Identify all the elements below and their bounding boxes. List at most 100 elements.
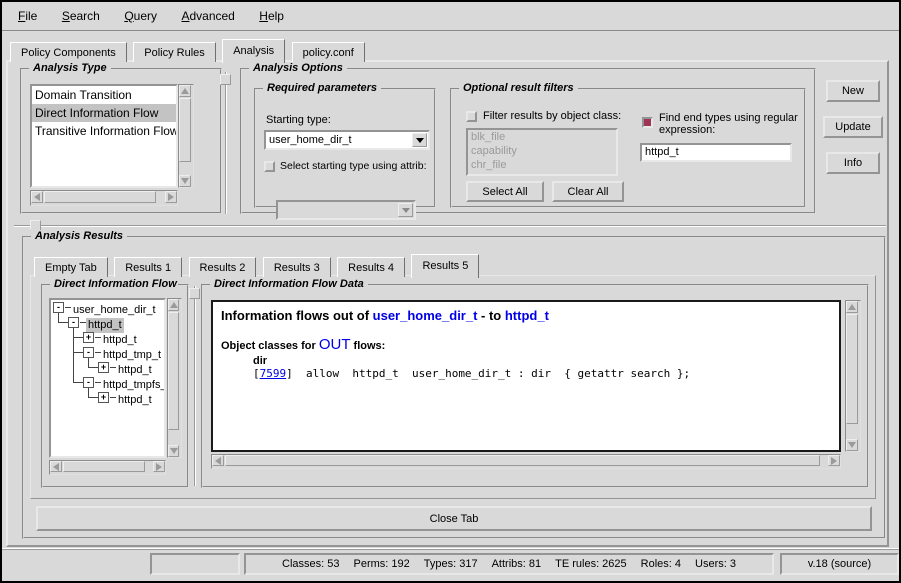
- scroll-left-icon[interactable]: [50, 461, 62, 472]
- analysis-options-frame: Analysis Options Required parameters Sta…: [240, 68, 816, 214]
- results-sash-vertical[interactable]: [194, 286, 196, 486]
- tree-expander[interactable]: +: [98, 392, 109, 403]
- menu-advanced[interactable]: Advanced: [177, 2, 238, 23]
- tree-expander[interactable]: +: [83, 332, 94, 343]
- pane-sash-horizontal[interactable]: [14, 225, 886, 227]
- analysis-type-title: Analysis Type: [29, 62, 111, 74]
- rule-bracket: ]: [286, 367, 293, 380]
- select-all-button[interactable]: Select All: [466, 181, 544, 202]
- regex-checkbox[interactable]: [642, 117, 653, 128]
- tab-results-4[interactable]: Results 4: [337, 257, 405, 277]
- scroll-down-icon[interactable]: [179, 175, 191, 187]
- regex-checkbox-label-line1: Find end types using regular: [659, 112, 809, 124]
- tree-row[interactable]: - httpd_tmpfs_t: [51, 375, 164, 390]
- tree-node-label[interactable]: httpd_t: [116, 393, 154, 408]
- regex-checkbox-row: Find end types using regular expression:: [642, 112, 809, 136]
- analysis-type-horizontal-scrollbar[interactable]: [30, 190, 178, 206]
- tree-vertical-scrollbar[interactable]: [167, 298, 182, 458]
- menu-query[interactable]: Query: [120, 2, 161, 23]
- regex-input[interactable]: [640, 143, 792, 162]
- object-class-listbox[interactable]: blk_file capability chr_file: [466, 128, 618, 176]
- scroll-up-icon[interactable]: [179, 85, 191, 97]
- tree-expander[interactable]: -: [83, 377, 94, 388]
- flow-target-type: httpd_t: [505, 308, 549, 323]
- tab-policy-rules[interactable]: Policy Rules: [133, 42, 216, 62]
- close-tab-button[interactable]: Close Tab: [36, 506, 872, 531]
- scroll-down-icon[interactable]: [168, 445, 179, 457]
- pane-sash-vertical[interactable]: [225, 72, 227, 214]
- tab-results-1[interactable]: Results 1: [114, 257, 182, 277]
- flow-tree[interactable]: - user_home_dir_t - httpd_t + htt: [49, 298, 166, 458]
- starting-type-combobox[interactable]: user_home_dir_t: [264, 130, 430, 150]
- tab-analysis[interactable]: Analysis: [222, 39, 285, 63]
- stat-roles: Roles: 4: [641, 558, 681, 570]
- data-horizontal-scrollbar[interactable]: [211, 454, 841, 469]
- clear-all-button[interactable]: Clear All: [552, 181, 624, 202]
- tab-results-3[interactable]: Results 3: [263, 257, 331, 277]
- tree-expander[interactable]: -: [53, 302, 64, 313]
- scroll-up-icon[interactable]: [168, 299, 179, 311]
- tree-expander[interactable]: -: [68, 317, 79, 328]
- menu-file[interactable]: File: [14, 2, 41, 23]
- scrollbar-thumb[interactable]: [168, 312, 179, 430]
- flow-header-prefix: Information flows out of: [221, 308, 373, 323]
- analysis-type-listbox[interactable]: Domain Transition Direct Information Flo…: [30, 84, 178, 188]
- tab-results-5[interactable]: Results 5: [411, 254, 479, 278]
- scrollbar-thumb[interactable]: [179, 98, 191, 162]
- scroll-up-icon[interactable]: [846, 301, 858, 313]
- scrollbar-thumb[interactable]: [225, 455, 820, 466]
- list-item[interactable]: Domain Transition: [32, 86, 176, 104]
- tab-policy-components[interactable]: Policy Components: [10, 42, 127, 62]
- tree-row[interactable]: - httpd_tmp_t: [51, 345, 164, 360]
- results-tab-body: Direct Information Flow T: [30, 275, 876, 499]
- pane-sash-handle[interactable]: [189, 288, 200, 299]
- tab-empty-tab[interactable]: Empty Tab: [34, 257, 108, 277]
- tree-row[interactable]: - user_home_dir_t: [51, 300, 164, 315]
- scroll-down-icon[interactable]: [846, 439, 858, 451]
- scroll-right-icon[interactable]: [828, 455, 840, 466]
- attrib-checkbox[interactable]: [264, 161, 275, 172]
- tree-row[interactable]: + httpd_t: [51, 390, 164, 405]
- rule-id-link[interactable]: 7599: [260, 367, 287, 380]
- data-vertical-scrollbar[interactable]: [845, 300, 861, 452]
- policy-version: v.18 (source): [808, 558, 871, 570]
- analysis-options-title: Analysis Options: [249, 62, 347, 74]
- info-button[interactable]: Info: [826, 152, 880, 174]
- flow-rule-line: [7599] allow httpd_t user_home_dir_t : d…: [253, 367, 831, 380]
- flow-object-class: dir: [253, 355, 831, 367]
- tree-expander[interactable]: -: [83, 347, 94, 358]
- tree-row[interactable]: + httpd_t: [51, 330, 164, 345]
- tab-policy-conf[interactable]: policy.conf: [292, 42, 365, 62]
- tree-row[interactable]: - httpd_t: [51, 315, 164, 330]
- update-button[interactable]: Update: [823, 116, 883, 138]
- tree-expander[interactable]: +: [98, 362, 109, 373]
- scroll-right-icon[interactable]: [165, 191, 177, 203]
- rule-text: allow httpd_t user_home_dir_t : dir { ge…: [293, 367, 690, 380]
- menu-help[interactable]: Help: [255, 2, 288, 23]
- chevron-down-icon[interactable]: [412, 133, 427, 147]
- object-class-checkbox[interactable]: [466, 111, 477, 122]
- tree-horizontal-scrollbar[interactable]: [49, 460, 166, 475]
- scroll-right-icon[interactable]: [153, 461, 165, 472]
- scrollbar-thumb[interactable]: [846, 314, 858, 424]
- stat-attribs: Attribs: 81: [492, 558, 542, 570]
- menu-search[interactable]: Search: [58, 2, 104, 23]
- tree-row[interactable]: + httpd_t: [51, 360, 164, 375]
- scroll-left-icon[interactable]: [31, 191, 43, 203]
- scroll-left-icon[interactable]: [212, 455, 224, 466]
- flow-source-type: user_home_dir_t: [373, 308, 478, 323]
- list-item[interactable]: Direct Information Flow: [32, 104, 176, 122]
- list-item: blk_file: [468, 130, 616, 144]
- new-button[interactable]: New: [826, 80, 880, 102]
- tree-connector: [95, 352, 101, 353]
- scrollbar-thumb[interactable]: [44, 191, 156, 203]
- scrollbar-thumb[interactable]: [63, 461, 145, 472]
- flow-data-textarea[interactable]: Information flows out of user_home_dir_t…: [211, 300, 841, 452]
- attrib-combobox[interactable]: [276, 200, 416, 220]
- stat-users: Users: 3: [695, 558, 736, 570]
- analysis-type-vertical-scrollbar[interactable]: [178, 84, 194, 188]
- tab-results-2[interactable]: Results 2: [189, 257, 257, 277]
- list-item[interactable]: Transitive Information Flow: [32, 122, 176, 140]
- pane-sash-handle[interactable]: [220, 74, 231, 85]
- list-item: capability: [468, 144, 616, 158]
